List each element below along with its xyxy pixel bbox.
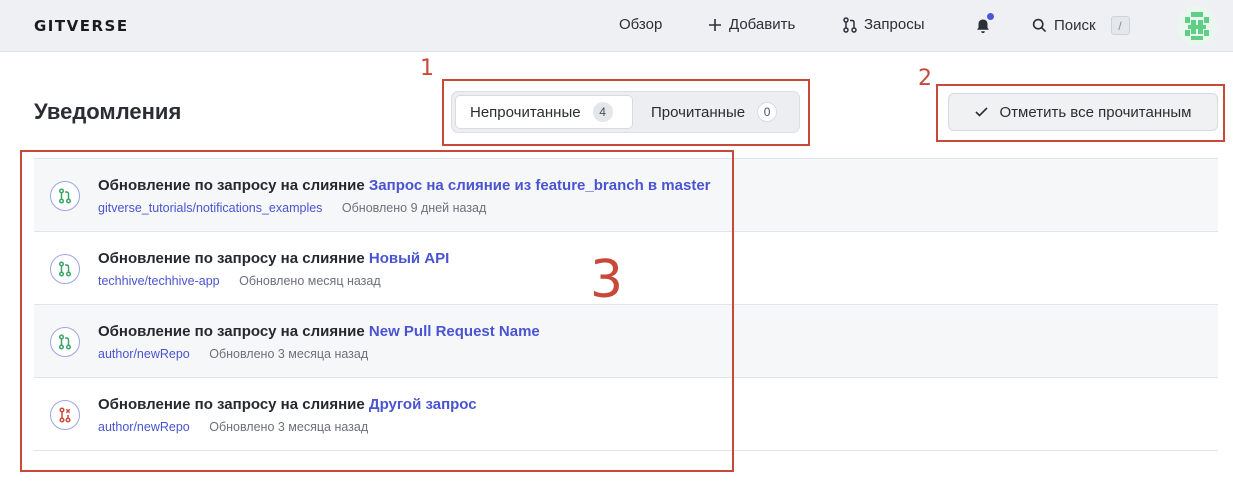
nav-overview[interactable]: Обзор [619,16,662,33]
nav-add[interactable]: Добавить [708,16,795,33]
annotation-number-1: 1 [420,56,434,81]
annotation-number-3: 3 [590,250,624,310]
annotation-box-tabs [442,79,810,146]
annotation-box-list [20,150,734,472]
pull-request-icon [843,16,857,33]
avatar[interactable] [1177,6,1217,46]
search-icon [1032,18,1047,33]
page-title: Уведомления [34,99,182,124]
search-shortcut-key: / [1110,16,1130,35]
nav-pull-requests[interactable]: Запросы [843,16,925,33]
nav-add-label: Добавить [729,16,796,33]
notification-dot [987,13,994,20]
plus-icon [709,18,721,31]
gitverse-logo[interactable]: GITVERSE [34,17,129,35]
avatar-identicon [1177,6,1217,46]
annotation-box-mark-all [936,84,1225,142]
nav-overview-label: Обзор [619,16,663,33]
nav-search[interactable]: Поиск / [1032,16,1130,35]
nav-search-label: Поиск [1054,17,1096,34]
top-navbar: GITVERSE Обзор Добавить Запросы Поиск / [0,0,1233,52]
annotation-number-2: 2 [918,66,932,91]
nav-requests-label: Запросы [864,16,925,33]
